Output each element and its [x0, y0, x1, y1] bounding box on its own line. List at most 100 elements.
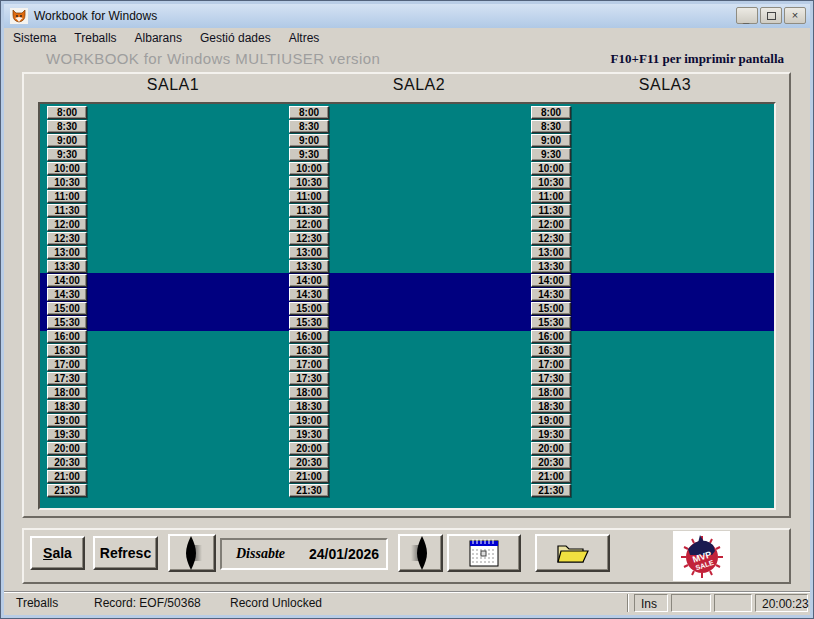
- time-button[interactable]: 11:00: [289, 190, 329, 203]
- sala-button[interactable]: Sala: [30, 536, 85, 570]
- time-button[interactable]: 15:00: [531, 302, 571, 315]
- time-button[interactable]: 12:00: [531, 218, 571, 231]
- time-button[interactable]: 12:30: [47, 232, 87, 245]
- time-button[interactable]: 21:30: [47, 484, 87, 497]
- time-button[interactable]: 11:30: [47, 204, 87, 217]
- time-button[interactable]: 16:30: [289, 344, 329, 357]
- close-button[interactable]: ×: [784, 7, 806, 24]
- time-button[interactable]: 16:00: [47, 330, 87, 343]
- menu-treballs[interactable]: Treballs: [65, 29, 125, 47]
- time-button[interactable]: 16:30: [47, 344, 87, 357]
- time-button[interactable]: 13:00: [47, 246, 87, 259]
- time-button[interactable]: 20:00: [531, 442, 571, 455]
- time-button[interactable]: 14:00: [47, 274, 87, 287]
- time-button[interactable]: 12:00: [289, 218, 329, 231]
- time-button[interactable]: 15:30: [531, 316, 571, 329]
- time-button[interactable]: 8:00: [289, 106, 329, 119]
- time-button[interactable]: 18:30: [531, 400, 571, 413]
- next-day-button[interactable]: [398, 534, 443, 572]
- time-button[interactable]: 11:00: [47, 190, 87, 203]
- time-button[interactable]: 19:30: [289, 428, 329, 441]
- title-bar[interactable]: Workbook for Windows _ ×: [4, 4, 810, 28]
- time-button[interactable]: 20:30: [47, 456, 87, 469]
- time-button[interactable]: 16:30: [531, 344, 571, 357]
- time-button[interactable]: 10:00: [531, 162, 571, 175]
- menu-altres[interactable]: Altres: [280, 29, 329, 47]
- time-button[interactable]: 12:30: [289, 232, 329, 245]
- time-button[interactable]: 19:30: [531, 428, 571, 441]
- time-button[interactable]: 19:00: [47, 414, 87, 427]
- time-button[interactable]: 9:30: [289, 148, 329, 161]
- time-button[interactable]: 21:00: [47, 470, 87, 483]
- time-button[interactable]: 9:30: [47, 148, 87, 161]
- time-button[interactable]: 13:00: [289, 246, 329, 259]
- time-button[interactable]: 18:00: [47, 386, 87, 399]
- time-button[interactable]: 14:00: [289, 274, 329, 287]
- time-button[interactable]: 8:30: [531, 120, 571, 133]
- time-button[interactable]: 11:30: [531, 204, 571, 217]
- menu-gestió-dades[interactable]: Gestió dades: [191, 29, 280, 47]
- time-button[interactable]: 19:00: [289, 414, 329, 427]
- time-button[interactable]: 12:00: [47, 218, 87, 231]
- time-button[interactable]: 15:30: [289, 316, 329, 329]
- time-button[interactable]: 11:30: [289, 204, 329, 217]
- time-button[interactable]: 9:00: [531, 134, 571, 147]
- time-button[interactable]: 19:00: [531, 414, 571, 427]
- time-button[interactable]: 10:30: [531, 176, 571, 189]
- menu-albarans[interactable]: Albarans: [126, 29, 191, 47]
- time-button[interactable]: 20:00: [47, 442, 87, 455]
- time-button[interactable]: 10:30: [47, 176, 87, 189]
- time-button[interactable]: 13:30: [531, 260, 571, 273]
- prev-day-button[interactable]: [168, 534, 216, 572]
- time-button[interactable]: 11:00: [531, 190, 571, 203]
- current-time-band: [40, 273, 774, 331]
- time-button[interactable]: 16:00: [289, 330, 329, 343]
- time-button[interactable]: 20:30: [289, 456, 329, 469]
- time-button[interactable]: 20:00: [289, 442, 329, 455]
- time-button[interactable]: 13:00: [531, 246, 571, 259]
- time-button[interactable]: 14:30: [531, 288, 571, 301]
- time-button[interactable]: 18:00: [289, 386, 329, 399]
- time-button[interactable]: 13:30: [289, 260, 329, 273]
- time-button[interactable]: 18:30: [47, 400, 87, 413]
- time-button[interactable]: 14:00: [531, 274, 571, 287]
- time-button[interactable]: 18:00: [531, 386, 571, 399]
- time-button[interactable]: 15:00: [289, 302, 329, 315]
- time-button[interactable]: 19:30: [47, 428, 87, 441]
- time-button[interactable]: 17:30: [289, 372, 329, 385]
- time-button[interactable]: 14:30: [47, 288, 87, 301]
- minimize-button[interactable]: _: [736, 7, 758, 24]
- refresc-button[interactable]: Refresc: [93, 536, 158, 570]
- time-button[interactable]: 14:30: [289, 288, 329, 301]
- maximize-button[interactable]: [760, 7, 782, 24]
- time-button[interactable]: 21:30: [289, 484, 329, 497]
- time-button[interactable]: 10:30: [289, 176, 329, 189]
- time-button[interactable]: 10:00: [47, 162, 87, 175]
- time-button[interactable]: 13:30: [47, 260, 87, 273]
- time-button[interactable]: 17:30: [47, 372, 87, 385]
- time-button[interactable]: 16:00: [531, 330, 571, 343]
- calendar-button[interactable]: [447, 534, 521, 572]
- time-button[interactable]: 21:00: [289, 470, 329, 483]
- time-button[interactable]: 8:00: [47, 106, 87, 119]
- time-button[interactable]: 17:00: [289, 358, 329, 371]
- time-button[interactable]: 20:30: [531, 456, 571, 469]
- time-button[interactable]: 18:30: [289, 400, 329, 413]
- time-button[interactable]: 15:00: [47, 302, 87, 315]
- time-button[interactable]: 8:30: [47, 120, 87, 133]
- time-button[interactable]: 17:30: [531, 372, 571, 385]
- time-button[interactable]: 9:00: [47, 134, 87, 147]
- time-button[interactable]: 9:30: [531, 148, 571, 161]
- menu-sistema[interactable]: Sistema: [4, 29, 65, 47]
- time-button[interactable]: 10:00: [289, 162, 329, 175]
- time-button[interactable]: 21:00: [531, 470, 571, 483]
- open-folder-button[interactable]: [535, 534, 610, 572]
- time-button[interactable]: 15:30: [47, 316, 87, 329]
- time-button[interactable]: 12:30: [531, 232, 571, 245]
- time-button[interactable]: 8:00: [531, 106, 571, 119]
- time-button[interactable]: 8:30: [289, 120, 329, 133]
- time-button[interactable]: 17:00: [531, 358, 571, 371]
- time-button[interactable]: 21:30: [531, 484, 571, 497]
- time-button[interactable]: 17:00: [47, 358, 87, 371]
- time-button[interactable]: 9:00: [289, 134, 329, 147]
